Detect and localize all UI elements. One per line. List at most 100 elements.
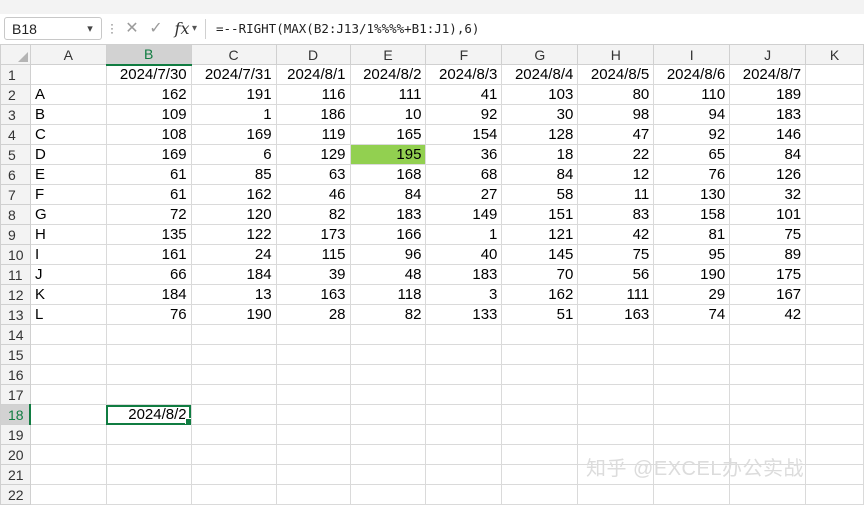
cell-j2[interactable]: 189 — [729, 84, 807, 105]
cell-e6[interactable]: 168 — [349, 164, 427, 185]
cell-g12[interactable]: 162 — [501, 284, 579, 305]
row-header-4[interactable]: 4 — [0, 124, 31, 145]
cell-a1[interactable] — [29, 64, 107, 85]
cell-d21[interactable] — [275, 464, 351, 485]
cell-c9[interactable]: 122 — [190, 224, 277, 245]
cell-f11[interactable]: 183 — [425, 264, 503, 285]
cell-b22[interactable] — [105, 484, 192, 505]
cell-a22[interactable] — [29, 484, 107, 505]
cell-g8[interactable]: 151 — [501, 204, 579, 225]
cell-h17[interactable] — [577, 384, 655, 405]
cell-b17[interactable] — [105, 384, 192, 405]
cell-d12[interactable]: 163 — [275, 284, 351, 305]
cell-k13[interactable] — [805, 304, 864, 325]
cell-c11[interactable]: 184 — [190, 264, 277, 285]
cell-j22[interactable] — [729, 484, 807, 505]
column-header-j[interactable]: J — [729, 44, 807, 65]
cell-d11[interactable]: 39 — [275, 264, 351, 285]
cell-g1[interactable]: 2024/8/4 — [501, 64, 579, 85]
cell-k12[interactable] — [805, 284, 864, 305]
cell-f9[interactable]: 1 — [425, 224, 503, 245]
cell-g21[interactable] — [501, 464, 579, 485]
cell-d7[interactable]: 46 — [275, 184, 351, 205]
cell-e12[interactable]: 118 — [349, 284, 427, 305]
cell-d17[interactable] — [275, 384, 351, 405]
cell-f16[interactable] — [425, 364, 503, 385]
cell-b10[interactable]: 161 — [105, 244, 192, 265]
cell-i19[interactable] — [653, 424, 731, 445]
cell-a19[interactable] — [29, 424, 107, 445]
chevron-down-icon[interactable]: ▾ — [192, 18, 204, 40]
cell-k20[interactable] — [805, 444, 864, 465]
cell-f6[interactable]: 68 — [425, 164, 503, 185]
row-header-7[interactable]: 7 — [0, 184, 31, 205]
select-all-corner[interactable] — [0, 44, 31, 65]
cell-f14[interactable] — [425, 324, 503, 345]
column-header-a[interactable]: A — [29, 44, 107, 65]
cell-h5[interactable]: 22 — [577, 144, 655, 165]
cell-b9[interactable]: 135 — [105, 224, 192, 245]
cell-c12[interactable]: 13 — [190, 284, 277, 305]
cell-a5[interactable]: D — [29, 144, 107, 165]
cell-i14[interactable] — [653, 324, 731, 345]
cell-b15[interactable] — [105, 344, 192, 365]
cell-d2[interactable]: 116 — [275, 84, 351, 105]
cell-f17[interactable] — [425, 384, 503, 405]
cell-j16[interactable] — [729, 364, 807, 385]
cell-h9[interactable]: 42 — [577, 224, 655, 245]
cell-b11[interactable]: 66 — [105, 264, 192, 285]
chevron-down-icon[interactable]: ▾ — [83, 20, 97, 38]
cell-e18[interactable] — [349, 404, 427, 425]
cell-a10[interactable]: I — [29, 244, 107, 265]
cell-i13[interactable]: 74 — [653, 304, 731, 325]
cell-d14[interactable] — [275, 324, 351, 345]
cell-j12[interactable]: 167 — [729, 284, 807, 305]
cell-b1[interactable]: 2024/7/30 — [105, 64, 192, 85]
cell-j3[interactable]: 183 — [729, 104, 807, 125]
cell-c6[interactable]: 85 — [190, 164, 277, 185]
row-header-9[interactable]: 9 — [0, 224, 31, 245]
row-header-11[interactable]: 11 — [0, 264, 31, 285]
cell-b4[interactable]: 108 — [105, 124, 192, 145]
cell-k16[interactable] — [805, 364, 864, 385]
cell-h4[interactable]: 47 — [577, 124, 655, 145]
cell-k15[interactable] — [805, 344, 864, 365]
cell-e16[interactable] — [349, 364, 427, 385]
row-header-10[interactable]: 10 — [0, 244, 31, 265]
cell-d8[interactable]: 82 — [275, 204, 351, 225]
cell-c7[interactable]: 162 — [190, 184, 277, 205]
cell-f3[interactable]: 92 — [425, 104, 503, 125]
row-header-21[interactable]: 21 — [0, 464, 31, 485]
cell-g19[interactable] — [501, 424, 579, 445]
row-header-14[interactable]: 14 — [0, 324, 31, 345]
cell-k22[interactable] — [805, 484, 864, 505]
cell-d15[interactable] — [275, 344, 351, 365]
cell-h2[interactable]: 80 — [577, 84, 655, 105]
cell-b21[interactable] — [105, 464, 192, 485]
column-header-e[interactable]: E — [349, 44, 427, 65]
cell-d10[interactable]: 115 — [275, 244, 351, 265]
cell-c1[interactable]: 2024/7/31 — [190, 64, 277, 85]
cell-e13[interactable]: 82 — [349, 304, 427, 325]
cell-c17[interactable] — [190, 384, 277, 405]
cell-i3[interactable]: 94 — [653, 104, 731, 125]
cell-c13[interactable]: 190 — [190, 304, 277, 325]
cell-e9[interactable]: 166 — [349, 224, 427, 245]
cell-k8[interactable] — [805, 204, 864, 225]
cell-d1[interactable]: 2024/8/1 — [275, 64, 351, 85]
cell-i7[interactable]: 130 — [653, 184, 731, 205]
cell-i15[interactable] — [653, 344, 731, 365]
cell-a11[interactable]: J — [29, 264, 107, 285]
cell-d5[interactable]: 129 — [275, 144, 351, 165]
cell-b18[interactable]: 2024/8/2 — [105, 404, 192, 425]
row-header-22[interactable]: 22 — [0, 484, 31, 505]
cell-f8[interactable]: 149 — [425, 204, 503, 225]
cell-b16[interactable] — [105, 364, 192, 385]
column-header-f[interactable]: F — [425, 44, 503, 65]
cell-i9[interactable]: 81 — [653, 224, 731, 245]
cell-j1[interactable]: 2024/8/7 — [729, 64, 807, 85]
cell-g11[interactable]: 70 — [501, 264, 579, 285]
cell-h6[interactable]: 12 — [577, 164, 655, 185]
cell-e19[interactable] — [349, 424, 427, 445]
cell-c19[interactable] — [190, 424, 277, 445]
